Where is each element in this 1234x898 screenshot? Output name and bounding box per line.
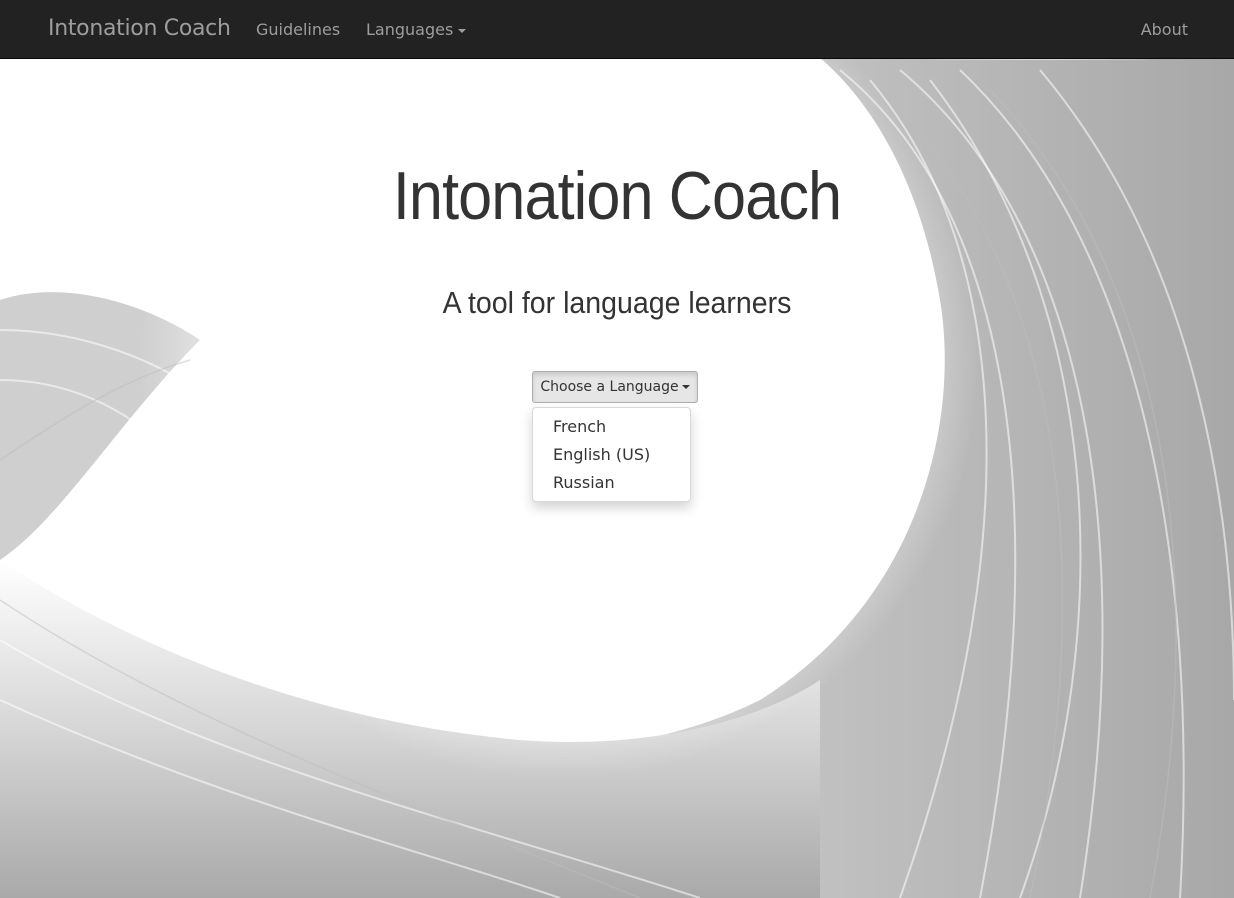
language-option-english-us[interactable]: English (US) bbox=[533, 441, 690, 469]
page-title: Intonation Coach bbox=[392, 158, 842, 234]
nav-item-about[interactable]: About bbox=[1141, 19, 1188, 41]
navbar: Intonation Coach Guidelines Languages Ab… bbox=[0, 0, 1234, 59]
page-subtitle: A tool for language learners bbox=[442, 285, 792, 320]
choose-language-button[interactable]: Choose a Language bbox=[532, 371, 698, 403]
language-option-russian[interactable]: Russian bbox=[533, 469, 690, 497]
nav-item-languages-label: Languages bbox=[366, 20, 454, 39]
nav-item-guidelines[interactable]: Guidelines bbox=[256, 19, 340, 41]
nav-item-languages-dropdown[interactable]: Languages bbox=[366, 19, 467, 41]
language-option-french[interactable]: French bbox=[533, 413, 690, 441]
navbar-brand-link[interactable]: Intonation Coach bbox=[48, 15, 231, 43]
page: Intonation Coach Guidelines Languages Ab… bbox=[0, 0, 1234, 898]
language-dropdown-menu: French English (US) Russian bbox=[532, 407, 691, 502]
caret-down-icon bbox=[458, 28, 467, 33]
choose-language-label: Choose a Language bbox=[540, 379, 679, 395]
caret-down-icon bbox=[681, 385, 690, 389]
